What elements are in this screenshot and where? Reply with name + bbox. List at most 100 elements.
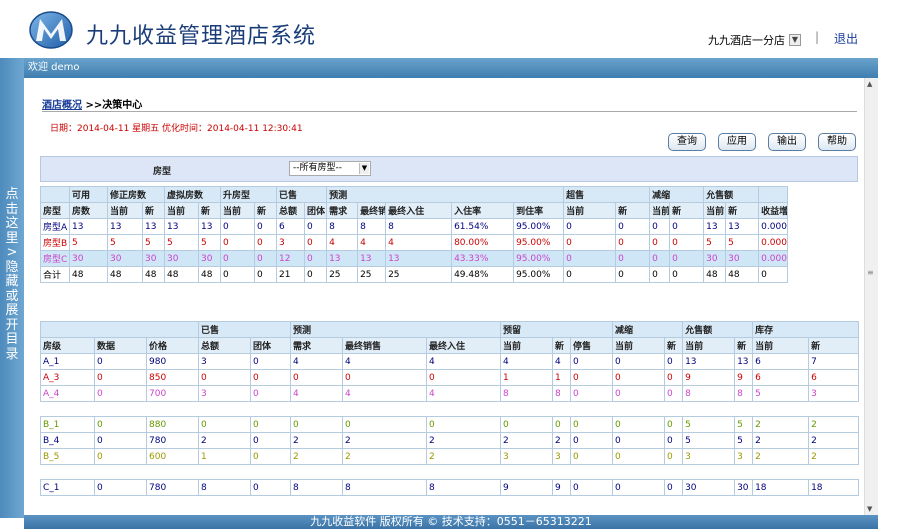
table-cell: 49.48%: [451, 266, 515, 283]
room-level-table: 已售 预测 预留 减缩 允售额 库存 房级 数据 价格 总额 团体 需求 最终销售 最终入住当…: [39, 321, 860, 496]
table-cell: 0: [669, 266, 705, 283]
room-type-select[interactable]: --所有房型-- ▼: [289, 161, 371, 176]
brand-logo-icon: [29, 11, 73, 49]
table-row: B_1 0 880 0 0 0 0 0 0 0 0 0 0 5 5 2 2: [40, 416, 860, 433]
table-cell: 48: [725, 266, 760, 283]
chevron-down-icon[interactable]: ▼: [359, 163, 369, 174]
sidebar-toggle-label: 点击这里>隐藏或展开目录: [5, 187, 19, 362]
room-type-filter: 房型 --所有房型-- ▼: [40, 156, 858, 182]
table-cell: 0: [254, 218, 278, 235]
table-cell: 48: [141, 266, 166, 283]
room-type-filter-label: 房型: [153, 167, 172, 177]
table-cell: 0.000000: [758, 234, 789, 251]
table-cell: 95.00%: [513, 266, 565, 283]
table-cell: 43.33%: [451, 250, 515, 267]
table-cell: 0: [250, 416, 292, 433]
table-cell: 0: [612, 385, 666, 402]
scroll-down-icon[interactable]: ▼: [867, 505, 872, 513]
table-cell: 1: [500, 369, 554, 386]
table-cell: 0: [426, 369, 502, 386]
table-cell: 0: [570, 369, 614, 386]
table-cell: 2: [552, 432, 572, 449]
table-cell: 13: [198, 218, 222, 235]
table-cell: 25: [326, 266, 359, 283]
table2-column-header: 总额: [198, 337, 252, 354]
breadcrumb-divider: [42, 111, 857, 112]
table-cell: 48: [69, 266, 108, 283]
table1-column-header: 收益增值: [758, 202, 789, 219]
table1-group-sold: 已售: [276, 186, 328, 203]
vertical-scrollbar[interactable]: ▲ ≡ ▼: [864, 78, 878, 515]
apply-button[interactable]: 应用: [718, 133, 756, 151]
table-cell: 房型B: [40, 234, 70, 251]
table-cell: 2: [752, 432, 810, 449]
table2-column-header: 新: [552, 337, 572, 354]
table-cell: 880: [145, 416, 200, 433]
table-cell: 3: [500, 448, 554, 465]
scroll-up-icon[interactable]: ▲: [867, 80, 872, 88]
breadcrumb-current: >>决策中心: [85, 100, 143, 111]
table-cell: 6: [808, 369, 860, 386]
table-cell: 4: [357, 234, 387, 251]
query-button[interactable]: 查询: [668, 133, 706, 151]
table-cell: A_4: [40, 385, 95, 402]
table2-column-header: 当前: [682, 337, 736, 354]
table-cell: 8: [385, 218, 453, 235]
sidebar-toggle-tab[interactable]: 点击这里>隐藏或展开目录: [0, 58, 24, 518]
table-cell: B_5: [40, 448, 95, 465]
table-cell: 13: [682, 353, 736, 370]
table-cell: 2: [342, 448, 428, 465]
table1-group-blank: [758, 186, 789, 203]
table-cell: 0.000000: [758, 250, 789, 267]
table2-column-header: 当前: [612, 337, 666, 354]
table1-column-header: 入住率: [451, 202, 515, 219]
table2-column-header: 停售: [570, 337, 614, 354]
table-cell: 4: [342, 385, 428, 402]
breadcrumb-home-link[interactable]: 酒店概况: [42, 100, 82, 111]
branch-select[interactable]: 九九酒店一分店 ▼: [708, 32, 801, 48]
table-cell: 0: [94, 369, 147, 386]
table2-column-header: 最终销售: [342, 337, 428, 354]
table-cell: 30: [734, 479, 754, 496]
table-cell: 30: [703, 250, 727, 267]
table-cell: 0: [664, 448, 684, 465]
table-cell: 0: [304, 234, 328, 251]
chevron-down-icon[interactable]: ▼: [789, 34, 801, 46]
table2-group-allowed: 允售额: [682, 321, 754, 338]
table1-group-reduce: 减缩: [649, 186, 705, 203]
table-cell: 48: [198, 266, 222, 283]
table-cell: 3: [276, 234, 306, 251]
header-separator: |: [815, 30, 820, 44]
table-cell: 0: [563, 250, 617, 267]
table-cell: 0: [615, 234, 651, 251]
table-cell: 8: [342, 479, 428, 496]
table2-group-reduce: 减缩: [612, 321, 684, 338]
table-cell: 0: [664, 432, 684, 449]
table-cell: 30: [198, 250, 222, 267]
table-cell: 13: [385, 250, 453, 267]
table-cell: 0: [250, 353, 292, 370]
table2-column-header: 需求: [290, 337, 344, 354]
table-cell: 0: [304, 266, 328, 283]
table-cell: 0: [570, 353, 614, 370]
export-button[interactable]: 输出: [768, 133, 806, 151]
table-cell: 4: [552, 353, 572, 370]
table-cell: 0: [250, 479, 292, 496]
table-cell: 5: [69, 234, 108, 251]
table1-group-blank: [40, 186, 70, 203]
table-cell: 3: [198, 353, 252, 370]
table-cell: 13: [69, 218, 108, 235]
table-cell: 0: [304, 218, 328, 235]
table-cell: 5: [164, 234, 200, 251]
table-cell: 13: [164, 218, 200, 235]
help-button[interactable]: 帮助: [818, 133, 856, 151]
table-cell: 13: [326, 250, 359, 267]
scroll-grip-icon[interactable]: ≡: [867, 268, 874, 277]
logout-link[interactable]: 退出: [834, 30, 858, 47]
table1-group-forecast: 预测: [326, 186, 565, 203]
table-spacer-row: [40, 464, 859, 480]
table-cell: 8: [734, 385, 754, 402]
table-cell: 0: [664, 385, 684, 402]
table-cell: 13: [141, 218, 166, 235]
table-cell: 2: [808, 448, 860, 465]
